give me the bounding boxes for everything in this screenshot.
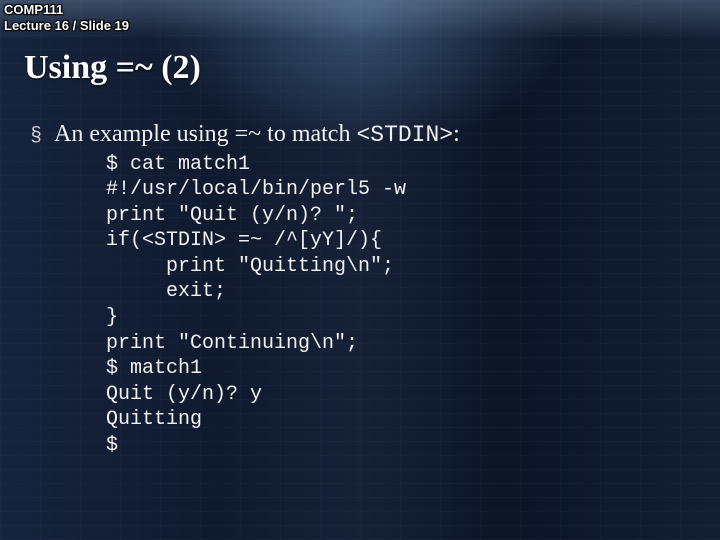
slide-content: § An example using =~ to match <STDIN>: … (0, 97, 720, 459)
bullet-item: § An example using =~ to match <STDIN>: (28, 121, 692, 148)
lecture-slide-label: Lecture 16 / Slide 19 (4, 18, 714, 34)
code-block: $ cat match1 #!/usr/local/bin/perl5 -w p… (106, 152, 692, 459)
slide-title: Using =~ (2) (0, 37, 720, 97)
bullet-glyph-icon: § (28, 125, 44, 145)
bullet-text: An example using =~ to match <STDIN>: (54, 121, 460, 148)
bullet-text-suffix: : (453, 121, 460, 147)
slide-header: COMP111 Lecture 16 / Slide 19 (0, 0, 720, 37)
course-code: COMP111 (4, 2, 714, 18)
bullet-text-mono: <STDIN> (356, 122, 453, 148)
bullet-text-prefix: An example using =~ to match (54, 121, 356, 147)
